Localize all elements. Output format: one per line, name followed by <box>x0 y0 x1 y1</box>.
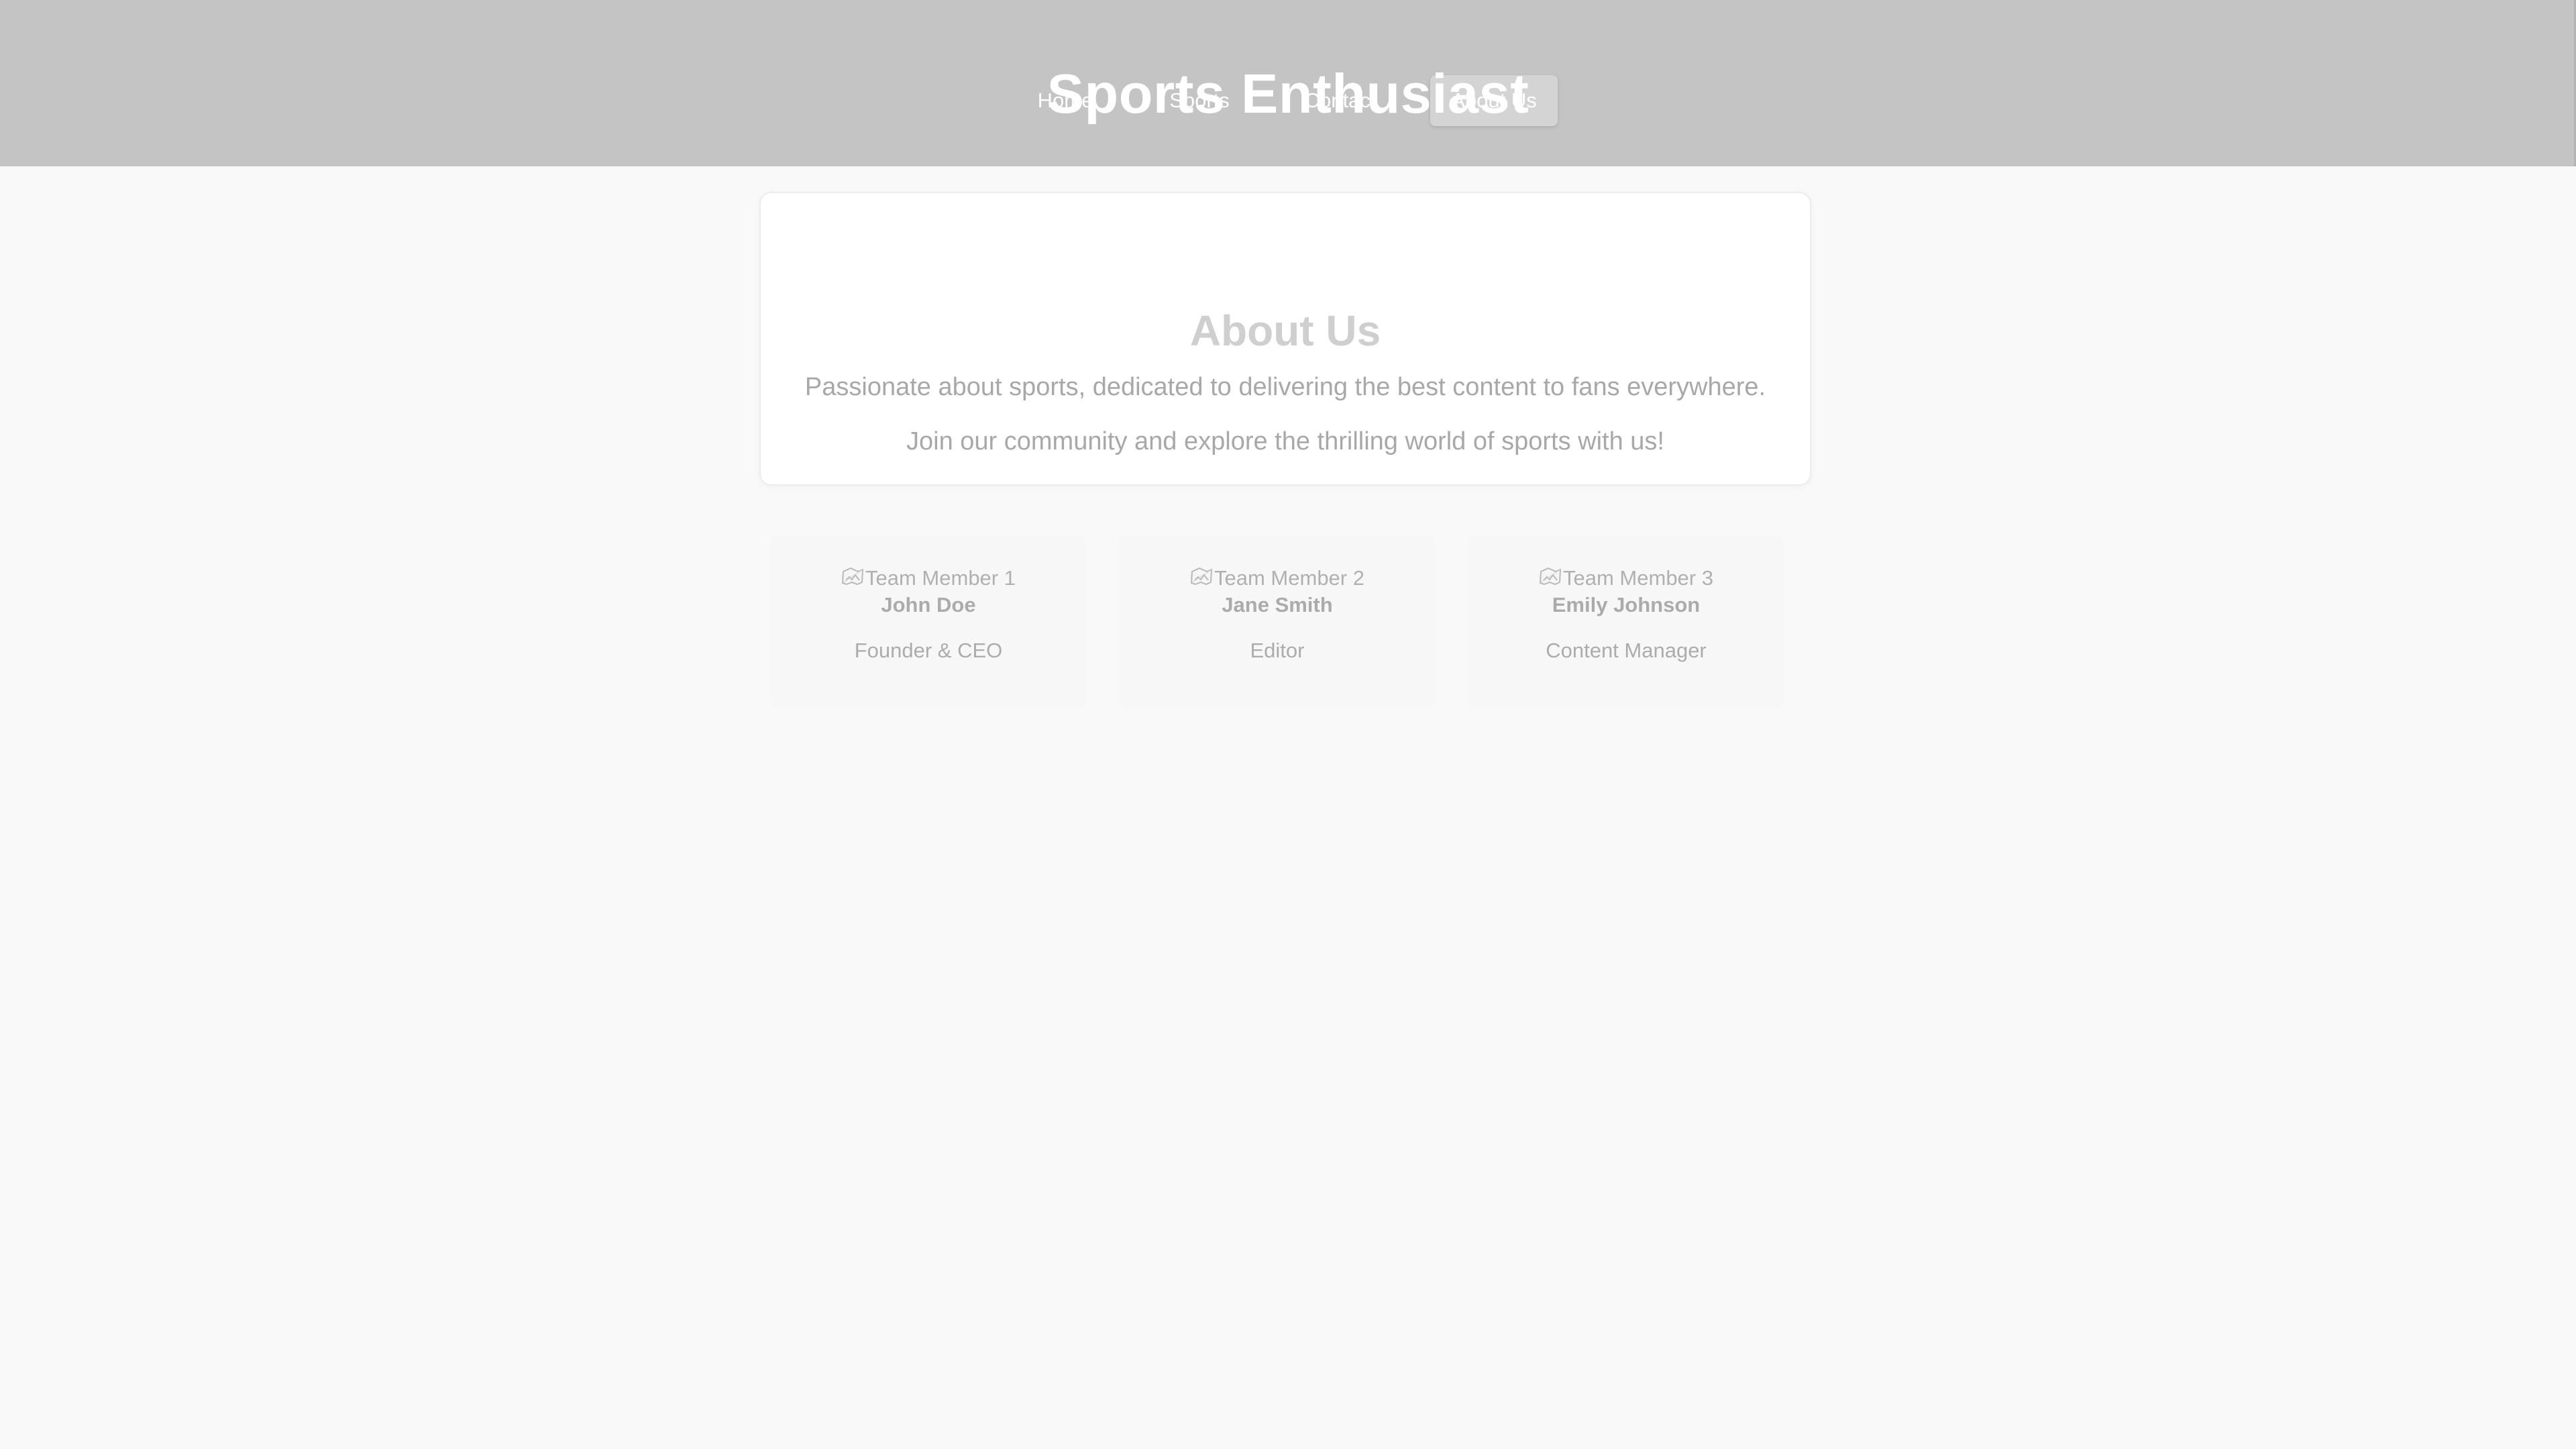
team-photo-alt-text: Team Member 3 <box>1563 566 1713 590</box>
site-header: Sports Enthusiast Home Sports Contact Ab… <box>0 0 2576 166</box>
team-card: Team Member 2 Jane Smith Editor <box>1119 537 1436 708</box>
nav-sports-link[interactable]: Sports <box>1148 75 1250 126</box>
team-member-role: Editor <box>1250 639 1305 662</box>
about-community-text: Join our community and explore the thril… <box>906 427 1664 455</box>
team-member-role: Content Manager <box>1546 639 1707 662</box>
about-card: About Us Passionate about sports, dedica… <box>759 192 1811 486</box>
team-member-name: Jane Smith <box>1222 593 1333 616</box>
team-member-photo: Team Member 1 <box>770 565 1087 592</box>
about-title: About Us <box>1189 307 1381 356</box>
team-card: Team Member 3 Emily Johnson Content Mana… <box>1468 537 1784 708</box>
team-photo-alt-text: Team Member 2 <box>1214 566 1364 590</box>
nav-about-link-active[interactable]: About Us <box>1430 75 1558 126</box>
nav-contact-link[interactable]: Contact <box>1288 75 1393 126</box>
team-member-name: John Doe <box>881 593 976 616</box>
team-member-photo: Team Member 3 <box>1468 565 1784 592</box>
broken-image-icon <box>1539 566 1562 586</box>
team-member-name: Emily Johnson <box>1552 593 1701 616</box>
nav-home-link[interactable]: Home <box>1014 75 1116 126</box>
main-nav: Home Sports Contact About Us <box>0 75 2576 126</box>
team-section: Team Member 1 John Doe Founder & CEO Tea… <box>770 537 1803 708</box>
team-card: Team Member 1 John Doe Founder & CEO <box>770 537 1087 708</box>
team-photo-alt-text: Team Member 1 <box>865 566 1016 590</box>
team-member-role: Founder & CEO <box>854 639 1003 662</box>
team-member-photo: Team Member 2 <box>1119 565 1436 592</box>
broken-image-icon <box>841 566 864 586</box>
broken-image-icon <box>1190 566 1213 586</box>
about-mission-text: Passionate about sports, dedicated to de… <box>804 373 1766 401</box>
